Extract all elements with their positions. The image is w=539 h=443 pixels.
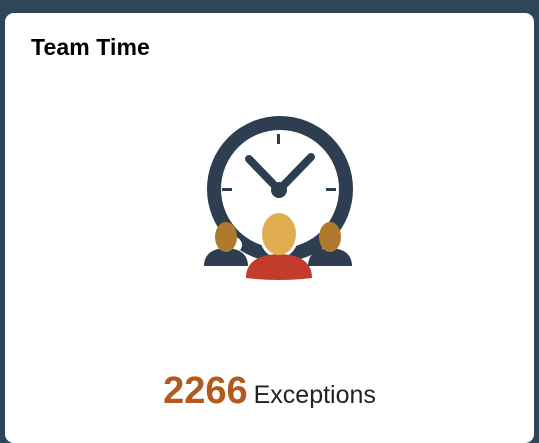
exceptions-count: 2266 xyxy=(163,370,248,412)
clock-tick-9 xyxy=(222,188,232,191)
center-person-head xyxy=(262,213,296,255)
clock-center xyxy=(271,182,287,198)
team-time-tile[interactable]: Team Time 2266 Exceptions xyxy=(5,13,534,443)
exceptions-label: Exceptions xyxy=(253,381,376,409)
clock-tick-3 xyxy=(326,188,336,191)
page-background: Team Time 2266 Exceptions xyxy=(0,0,539,443)
left-person-head xyxy=(215,222,237,252)
tile-title: Team Time xyxy=(31,34,150,60)
right-person-head xyxy=(319,222,341,252)
tile-footer: 2266 Exceptions xyxy=(5,370,534,413)
clock-tick-12 xyxy=(277,134,280,144)
clock-with-team-icon xyxy=(204,116,353,280)
